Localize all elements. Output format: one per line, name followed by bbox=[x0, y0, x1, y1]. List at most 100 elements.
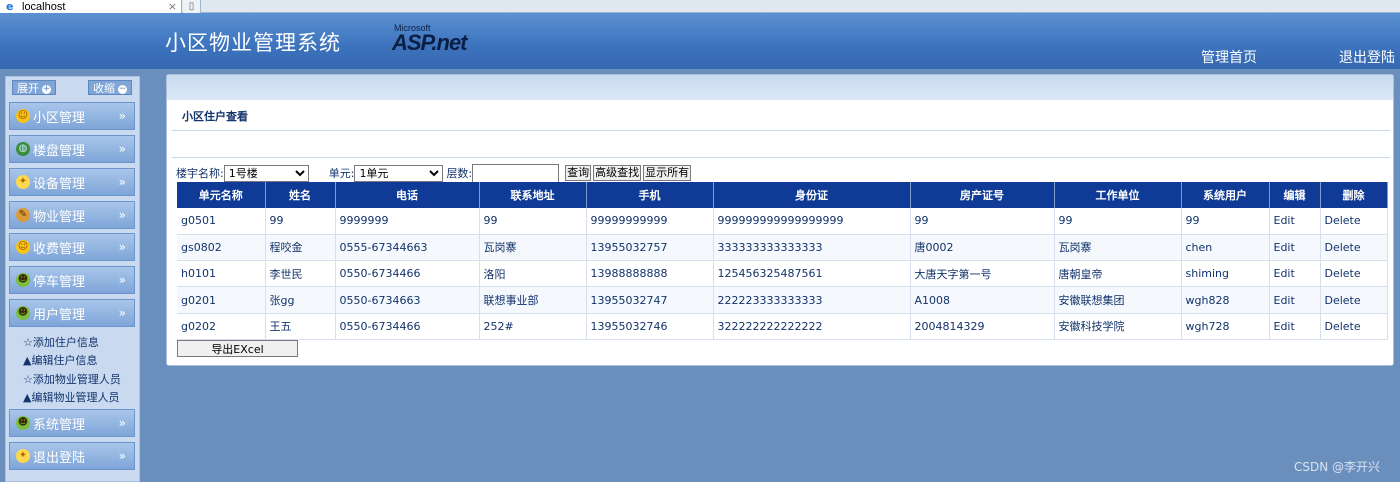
table-cell: 125456325487561 bbox=[713, 260, 911, 288]
menu-logout[interactable]: ✦ 退出登陆 » bbox=[9, 442, 135, 470]
edit-link[interactable]: Edit bbox=[1269, 313, 1321, 340]
table-cell: gs0802 bbox=[177, 234, 266, 262]
edit-link[interactable]: Edit bbox=[1269, 260, 1321, 288]
column-header: 姓名 bbox=[265, 182, 336, 208]
menu-property[interactable]: ✎ 物业管理 » bbox=[9, 201, 135, 229]
table-cell: 13955032746 bbox=[586, 313, 714, 340]
menu-system[interactable]: ☻ 系统管理 » bbox=[9, 409, 135, 437]
table-cell: g0202 bbox=[177, 313, 266, 340]
browser-tab-strip: e localhost × ▯ bbox=[0, 0, 1400, 13]
menu-community[interactable]: ☺ 小区管理 » bbox=[9, 102, 135, 130]
ie-icon: e bbox=[6, 0, 14, 13]
menu-building[interactable]: ◍ 楼盘管理 » bbox=[9, 135, 135, 163]
advanced-search-button[interactable]: 高级查找 bbox=[593, 165, 642, 181]
table-row: g0501 99 9999999 99 99999999999 99999999… bbox=[177, 208, 1388, 235]
nav-home-link[interactable]: 管理首页 bbox=[1201, 47, 1257, 67]
menu-fees[interactable]: ☺ 收费管理 » bbox=[9, 233, 135, 261]
edit-link[interactable]: Edit bbox=[1269, 234, 1321, 262]
chevron-right-icon: » bbox=[118, 273, 126, 287]
table-cell: 99 bbox=[910, 208, 1055, 235]
submenu-add-staff[interactable]: ☆添加物业管理人员 bbox=[23, 371, 121, 387]
floor-label: 层数: bbox=[446, 167, 473, 180]
table-cell: 王五 bbox=[265, 313, 336, 340]
delete-link[interactable]: Delete bbox=[1320, 313, 1388, 340]
unit-select[interactable]: 1单元 bbox=[354, 164, 444, 182]
column-header: 编辑 bbox=[1269, 182, 1321, 208]
submenu-add-resident[interactable]: ☆添加住户信息 bbox=[23, 334, 99, 350]
chevron-right-icon: » bbox=[118, 306, 126, 320]
table-cell: g0501 bbox=[177, 208, 266, 235]
expand-all-label: 展开 bbox=[17, 82, 39, 95]
delete-link[interactable]: Delete bbox=[1320, 234, 1388, 262]
table-cell: 安徽联想集团 bbox=[1054, 286, 1182, 314]
nav-logout-link[interactable]: 退出登陆 bbox=[1339, 47, 1395, 67]
floor-input[interactable] bbox=[472, 163, 560, 183]
building-select[interactable]: 1号楼 bbox=[223, 164, 309, 182]
edit-link[interactable]: Edit bbox=[1269, 208, 1321, 235]
show-all-button[interactable]: 显示所有 bbox=[643, 165, 692, 181]
table-row: g0201 张gg 0550-6734663 联想事业部 13955032747… bbox=[177, 286, 1388, 314]
browser-tab[interactable]: e localhost × bbox=[0, 0, 182, 13]
edit-link[interactable]: Edit bbox=[1269, 286, 1321, 314]
table-cell: 99 bbox=[265, 208, 336, 235]
table-cell: 安徽科技学院 bbox=[1054, 313, 1182, 340]
menu-label: 楼盘管理 bbox=[33, 143, 86, 159]
collapse-all-button[interactable]: 收缩 − bbox=[88, 80, 132, 95]
close-tab-icon[interactable]: × bbox=[168, 0, 177, 13]
table-cell: h0101 bbox=[177, 260, 266, 288]
coin-icon: ☺ bbox=[16, 240, 30, 254]
export-excel-button[interactable]: 导出EXcel bbox=[177, 340, 298, 357]
new-tab-icon[interactable]: ▯ bbox=[183, 0, 201, 13]
delete-link[interactable]: Delete bbox=[1320, 286, 1388, 314]
table-cell: 99 bbox=[1054, 208, 1182, 235]
table-cell: 张gg bbox=[265, 286, 336, 314]
chevron-right-icon: » bbox=[118, 109, 126, 123]
globe-icon: ◍ bbox=[16, 142, 30, 156]
menu-label: 退出登陆 bbox=[33, 450, 86, 466]
table-cell: 0550-6734466 bbox=[335, 313, 480, 340]
table-cell: 13988888888 bbox=[586, 260, 714, 288]
residents-table: 单元名称 姓名 电话 联系地址 手机 身份证 房产证号 工作单位 系统用户 编辑… bbox=[177, 182, 1388, 340]
query-button[interactable]: 查询 bbox=[565, 165, 592, 181]
menu-label: 系统管理 bbox=[33, 417, 86, 433]
chevron-right-icon: » bbox=[118, 240, 126, 254]
table-cell: 瓦岗寨 bbox=[479, 234, 587, 262]
table-cell: 999999999999999999 bbox=[713, 208, 911, 235]
table-row: g0202 王五 0550-6734466 252# 13955032746 3… bbox=[177, 313, 1388, 340]
divider bbox=[172, 130, 1390, 131]
menu-label: 设备管理 bbox=[33, 176, 86, 192]
submenu-edit-resident[interactable]: ▲编辑住户信息 bbox=[23, 352, 97, 368]
column-header: 联系地址 bbox=[479, 182, 587, 208]
table-cell: 唐朝皇帝 bbox=[1054, 260, 1182, 288]
menu-users[interactable]: ☻ 用户管理 » bbox=[9, 299, 135, 327]
table-cell: 2004814329 bbox=[910, 313, 1055, 340]
sidebar: 展开 + 收缩 − ☺ 小区管理 » ◍ 楼盘管理 » ✦ 设备管理 » ✎ 物业管… bbox=[5, 76, 140, 482]
table-cell: 13955032747 bbox=[586, 286, 714, 314]
submenu-edit-staff[interactable]: ▲编辑物业管理人员 bbox=[23, 389, 119, 405]
menu-label: 小区管理 bbox=[33, 110, 86, 126]
menu-label: 物业管理 bbox=[33, 209, 86, 225]
column-header: 电话 bbox=[335, 182, 480, 208]
table-cell: 李世民 bbox=[265, 260, 336, 288]
table-cell: 0550-6734663 bbox=[335, 286, 480, 314]
filter-bar: 楼宇名称: 1号楼 单元: 1单元 层数: 查询 高级查找 显示所有 bbox=[176, 163, 692, 183]
table-cell: 0555-67344663 bbox=[335, 234, 480, 262]
table-cell: chen bbox=[1181, 234, 1270, 262]
collapse-all-label: 收缩 bbox=[93, 82, 115, 95]
menu-label: 收费管理 bbox=[33, 241, 86, 257]
table-cell: 322222222222222 bbox=[713, 313, 911, 340]
table-cell: 联想事业部 bbox=[479, 286, 587, 314]
table-cell: 洛阳 bbox=[479, 260, 587, 288]
table-cell: wgh828 bbox=[1181, 286, 1270, 314]
table-header-row: 单元名称 姓名 电话 联系地址 手机 身份证 房产证号 工作单位 系统用户 编辑… bbox=[177, 182, 1388, 208]
menu-parking[interactable]: ☻ 停车管理 » bbox=[9, 266, 135, 294]
menu-equipment[interactable]: ✦ 设备管理 » bbox=[9, 168, 135, 196]
column-header: 房产证号 bbox=[910, 182, 1055, 208]
community-icon: ☺ bbox=[16, 109, 30, 123]
delete-link[interactable]: Delete bbox=[1320, 208, 1388, 235]
column-header: 身份证 bbox=[713, 182, 911, 208]
watermark: CSDN @李开兴 bbox=[1294, 460, 1381, 474]
delete-link[interactable]: Delete bbox=[1320, 260, 1388, 288]
table-cell: 222223333333333 bbox=[713, 286, 911, 314]
expand-all-button[interactable]: 展开 + bbox=[12, 80, 56, 95]
